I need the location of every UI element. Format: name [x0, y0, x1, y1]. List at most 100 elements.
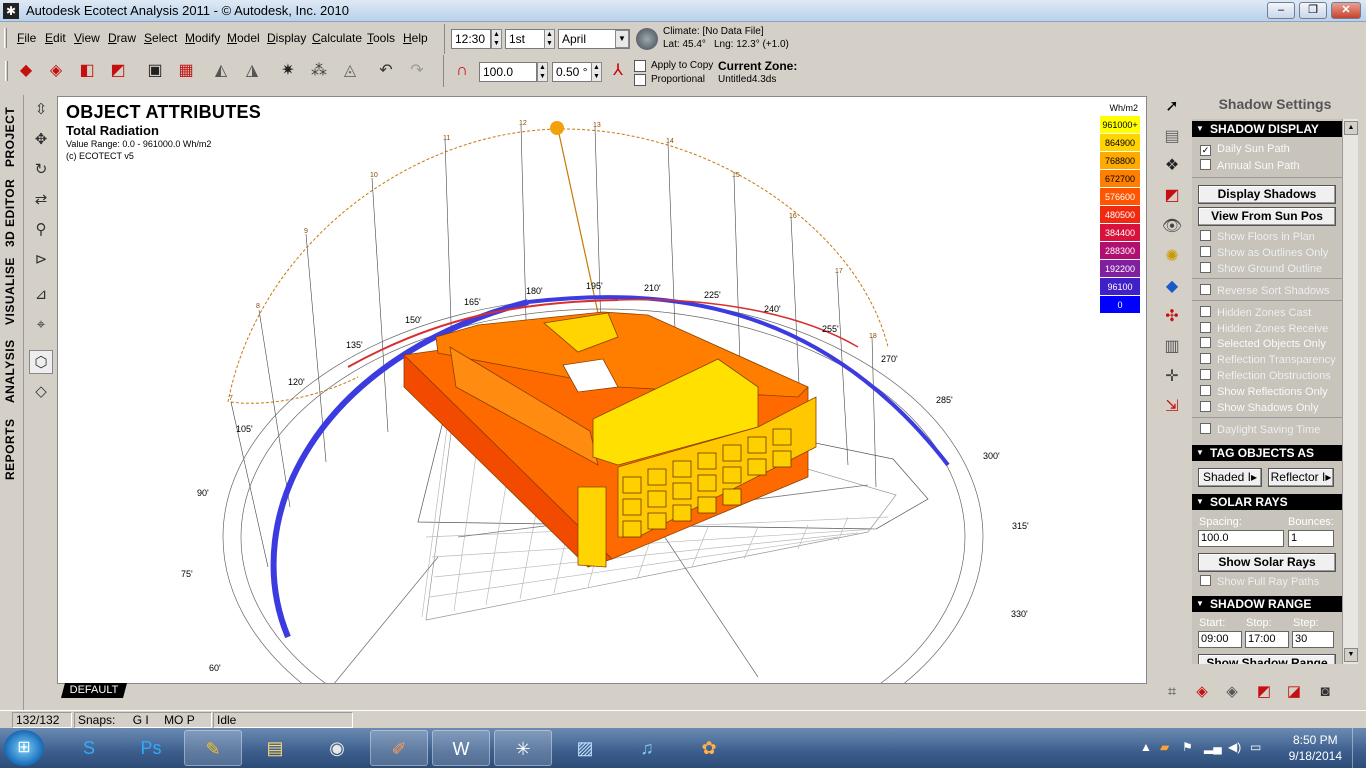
reverse-sort-checkbox[interactable] — [1200, 284, 1211, 295]
menu-display[interactable]: Display — [267, 31, 306, 45]
reflection-obstructions-checkbox[interactable] — [1200, 369, 1211, 380]
shaded-button[interactable]: Shaded I▸ — [1198, 468, 1262, 487]
show-reflections-checkbox[interactable] — [1200, 385, 1211, 396]
start-button[interactable]: ⊞ — [4, 730, 44, 766]
spacing-field[interactable]: 100.0 — [1198, 530, 1284, 547]
reflection-transparency-checkbox[interactable] — [1200, 353, 1211, 364]
power-icon[interactable]: ▭ — [1250, 740, 1261, 754]
save-as-icon[interactable]: ◩ — [106, 59, 130, 83]
section-shadow-range[interactable]: SHADOW RANGE — [1192, 596, 1342, 612]
menu-modify[interactable]: Modify — [185, 31, 220, 45]
rotate-object-icon[interactable]: ◇ — [29, 380, 53, 404]
proportional-checkbox[interactable] — [634, 74, 646, 86]
zoom-icon[interactable]: ⚲ — [29, 218, 53, 242]
menu-model[interactable]: Model — [227, 31, 260, 45]
chrome-taskbar-icon[interactable]: ◉ — [308, 730, 366, 766]
material-icon[interactable]: ◩ — [1159, 183, 1185, 209]
photo-viewer-taskbar-icon[interactable]: ▨ — [556, 730, 614, 766]
day-field[interactable]: 1st — [505, 29, 545, 49]
increment-spinner[interactable]: ▲ ▼ — [591, 62, 602, 82]
solid-icon[interactable]: ◈ — [1190, 680, 1214, 704]
new-file-icon[interactable]: ◆ — [14, 59, 38, 83]
render-mode-icon[interactable]: ◪ — [1282, 680, 1306, 704]
show-full-ray-paths-option[interactable]: Show Full Ray Paths — [1200, 575, 1319, 588]
section-shadow-display[interactable]: SHADOW DISPLAY — [1192, 121, 1342, 137]
stop-field[interactable]: 17:00 — [1245, 631, 1289, 648]
network-icon[interactable]: ▂▄ — [1204, 740, 1222, 754]
time-field[interactable]: 12:30 — [451, 29, 491, 49]
annual-sun-path-option[interactable]: Annual Sun Path — [1200, 159, 1300, 172]
select-cursor-icon[interactable]: ➚ — [1159, 94, 1185, 120]
hidden-zones-cast-checkbox[interactable] — [1200, 306, 1211, 317]
bounces-field[interactable]: 1 — [1288, 530, 1334, 547]
target-icon[interactable]: ⌖ — [29, 313, 53, 337]
skype-taskbar-icon[interactable]: S — [60, 730, 118, 766]
zone-management-icon[interactable]: ▤ — [1159, 124, 1185, 150]
close-button[interactable]: ✕ — [1331, 2, 1361, 19]
sun-position-icon[interactable] — [550, 121, 564, 135]
tab-analysis[interactable]: ANALYSIS — [3, 335, 21, 407]
tab-visualise[interactable]: VISUALISE — [3, 255, 21, 327]
show-shadows-checkbox[interactable] — [1200, 401, 1211, 412]
show-desktop-button[interactable] — [1352, 728, 1366, 768]
time-spinner[interactable]: ▲ ▼ — [491, 29, 502, 49]
menu-tools[interactable]: Tools — [367, 31, 395, 45]
splat-icon[interactable]: ✷ — [276, 59, 300, 83]
mesh-icon[interactable]: ◬ — [338, 59, 362, 83]
menu-help[interactable]: Help — [403, 31, 428, 45]
snaps-mop[interactable]: MO P — [164, 713, 195, 727]
scroll-up-icon[interactable]: ▲ — [1344, 121, 1358, 135]
save-file-icon[interactable]: ◧ — [75, 59, 99, 83]
grey-shade-icon[interactable]: ◈ — [1220, 680, 1244, 704]
menu-calculate[interactable]: Calculate — [312, 31, 362, 45]
cube-icon[interactable]: ⬡ — [29, 350, 53, 374]
increment-field[interactable]: 0.50 ° — [552, 62, 592, 82]
particles-icon[interactable]: ⁂ — [307, 59, 331, 83]
day-spinner[interactable]: ▲ ▼ — [544, 29, 555, 49]
show-solar-rays-button[interactable]: Show Solar Rays — [1198, 553, 1336, 572]
view-from-sun-button[interactable]: View From Sun Pos — [1198, 207, 1336, 226]
perspective-icon[interactable]: ⊳ — [29, 248, 53, 272]
show-outlines-option[interactable]: Show as Outlines Only — [1200, 246, 1328, 259]
word-taskbar-icon[interactable]: W — [432, 730, 490, 766]
open-file-icon[interactable]: ◈ — [44, 59, 68, 83]
zoom-field[interactable]: 100.0 — [479, 62, 537, 82]
tag-icon[interactable]: ◮ — [240, 59, 264, 83]
hidden-zones-receive-option[interactable]: Hidden Zones Receive — [1200, 322, 1328, 335]
hidden-zones-cast-option[interactable]: Hidden Zones Cast — [1200, 306, 1311, 319]
undo-icon[interactable]: ↶ — [374, 59, 398, 83]
sketch-taskbar-icon[interactable]: ✐ — [370, 730, 428, 766]
paint-taskbar-icon[interactable]: ✿ — [680, 730, 738, 766]
apply-to-copy-checkbox[interactable] — [634, 60, 646, 72]
reflector-button[interactable]: Reflector I▸ — [1268, 468, 1334, 487]
shadow-settings-icon[interactable]: ✺ — [1159, 244, 1185, 270]
show-floors-option[interactable]: Show Floors in Plan — [1200, 230, 1315, 243]
section-solar-rays[interactable]: SOLAR RAYS — [1192, 494, 1342, 510]
panel-scrollbar[interactable]: ▲ ▼ — [1342, 119, 1358, 664]
show-full-ray-paths-checkbox[interactable] — [1200, 575, 1211, 586]
menu-edit[interactable]: Edit — [45, 31, 66, 45]
menu-select[interactable]: Select — [144, 31, 177, 45]
selected-objects-checkbox[interactable] — [1200, 337, 1211, 348]
photoshop-taskbar-icon[interactable]: Ps — [122, 730, 180, 766]
daylight-saving-option[interactable]: Daylight Saving Time — [1200, 423, 1320, 436]
snaps-gi[interactable]: G I — [133, 713, 149, 727]
camera-icon[interactable]: ◙ — [1313, 680, 1337, 704]
move-icon[interactable]: ⇄ — [29, 188, 53, 212]
annual-sun-path-checkbox[interactable] — [1200, 159, 1211, 170]
itunes-taskbar-icon[interactable]: ♫ — [618, 730, 676, 766]
daily-sun-path-checkbox[interactable]: ✓ — [1200, 145, 1211, 156]
export-icon[interactable]: ⇲ — [1159, 394, 1185, 420]
axis-icon[interactable]: ⅄ — [606, 59, 630, 83]
show-floors-checkbox[interactable] — [1200, 230, 1211, 241]
show-hidden-icons[interactable]: ▲ — [1140, 740, 1152, 754]
zoom-spinner[interactable]: ▲ ▼ — [537, 62, 548, 82]
show-shadows-option[interactable]: Show Shadows Only — [1200, 401, 1319, 414]
daylight-saving-checkbox[interactable] — [1200, 423, 1211, 434]
daily-sun-path-option[interactable]: ✓ Daily Sun Path — [1200, 143, 1290, 156]
tray-clock[interactable]: 8:50 PM 9/18/2014 — [1289, 732, 1342, 764]
render-icon[interactable]: ▦ — [174, 59, 198, 83]
transform-icon[interactable]: ✛ — [1159, 364, 1185, 390]
flag-icon[interactable]: ⚑ — [1182, 740, 1193, 754]
step-field[interactable]: 30 — [1292, 631, 1334, 648]
